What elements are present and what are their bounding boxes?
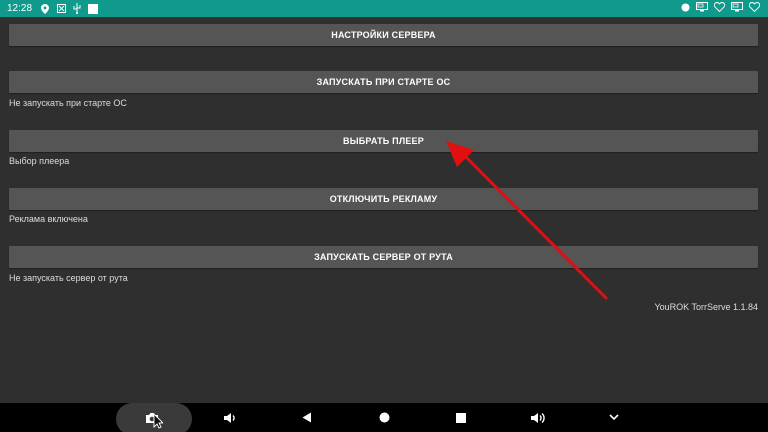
recents-icon[interactable]	[446, 403, 476, 432]
disable-ads-description: Реклама включена	[9, 214, 88, 224]
notification-square-icon	[88, 3, 99, 14]
status-time: 12:28	[7, 3, 33, 14]
location-icon	[40, 3, 50, 14]
disable-ads-button[interactable]: ОТКЛЮЧИТЬ РЕКЛАМУ	[9, 188, 758, 210]
mouse-cursor-icon	[151, 413, 165, 429]
cast-icon-2	[731, 2, 743, 15]
app-screen: 12:28 НАСТРОЙКИ СЕРВЕРА ЗАПУСКАТЬ ПРИ СТ…	[0, 0, 768, 432]
autostart-os-description: Не запускать при старте ОС	[9, 98, 127, 108]
usb-icon	[72, 3, 82, 14]
annotation-arrow	[446, 141, 608, 300]
heart-icon	[713, 2, 726, 15]
autostart-os-button[interactable]: ЗАПУСКАТЬ ПРИ СТАРТЕ ОС	[9, 71, 758, 93]
status-right-icons	[681, 0, 761, 17]
cast-icon	[696, 2, 708, 15]
chevron-down-icon[interactable]	[599, 403, 629, 432]
run-as-root-button[interactable]: ЗАПУСКАТЬ СЕРВЕР ОТ РУТА	[9, 246, 758, 268]
volume-up-icon[interactable]	[523, 403, 553, 432]
choose-player-button[interactable]: ВЫБРАТЬ ПЛЕЕР	[9, 130, 758, 152]
status-bar: 12:28	[0, 0, 768, 17]
run-as-root-description: Не запускать сервер от рута	[9, 273, 128, 283]
volume-down-icon[interactable]	[215, 403, 245, 432]
home-icon[interactable]	[369, 403, 399, 432]
server-settings-button[interactable]: НАСТРОЙКИ СЕРВЕРА	[9, 24, 758, 46]
choose-player-description: Выбор плеера	[9, 156, 70, 166]
heart-icon-2	[748, 2, 761, 15]
image-icon	[56, 3, 66, 14]
back-icon[interactable]	[292, 403, 322, 432]
app-version-label: YouROK TorrServe 1.1.84	[654, 302, 758, 312]
record-dot-icon	[681, 3, 690, 15]
